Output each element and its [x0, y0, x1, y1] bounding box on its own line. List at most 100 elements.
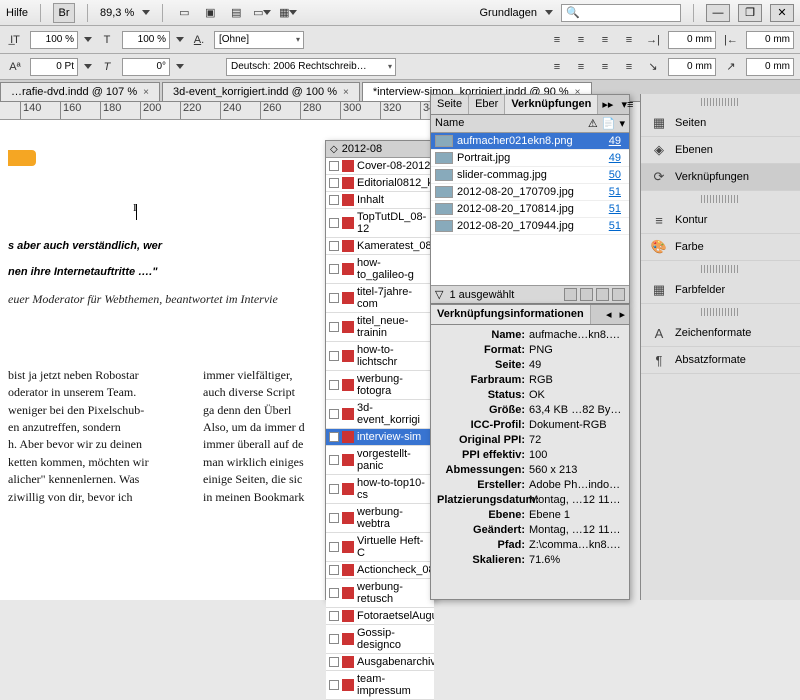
justify-last-left-icon[interactable]: ≡: [572, 58, 590, 76]
book-row[interactable]: team-impressum: [326, 671, 434, 700]
horizontal-scale[interactable]: 100 %: [30, 31, 78, 49]
links-col-name[interactable]: Name: [435, 117, 588, 130]
close-icon[interactable]: ×: [143, 87, 149, 98]
book-row[interactable]: FotoraetselAugu: [326, 608, 434, 625]
book-row[interactable]: Gossip-designco: [326, 625, 434, 654]
next-icon[interactable]: ▸: [615, 305, 629, 324]
char-color-icon[interactable]: T: [98, 31, 116, 49]
link-row[interactable]: aufmacher021ekn8.png49: [431, 133, 629, 150]
book-row[interactable]: 3d-event_korrigi: [326, 400, 434, 429]
dock-grip[interactable]: [701, 98, 740, 106]
char-style-select[interactable]: [Ohne]: [214, 31, 304, 49]
skew-icon[interactable]: T: [98, 58, 116, 76]
baseline-shift[interactable]: 0 Pt: [30, 58, 78, 76]
align-left-icon[interactable]: ≡: [548, 31, 566, 49]
align-center-icon[interactable]: ≡: [572, 31, 590, 49]
justify-icon[interactable]: ≡: [620, 31, 638, 49]
justify-last-right-icon[interactable]: ≡: [620, 58, 638, 76]
link-row[interactable]: 2012-08-20_170814.jpg51: [431, 201, 629, 218]
type-tool-icon[interactable]: I̲T: [6, 31, 24, 49]
baseline-icon[interactable]: Aª: [6, 58, 24, 76]
book-row[interactable]: Editorial0812_ko: [326, 175, 434, 192]
relink-icon[interactable]: [564, 288, 577, 301]
arrange-icon[interactable]: ▦: [279, 4, 297, 22]
search-input[interactable]: 🔍: [561, 4, 681, 22]
book-row[interactable]: how-to-top10-cs: [326, 475, 434, 504]
doc-tab[interactable]: 3d-event_korrigiert.indd @ 100 %×: [162, 82, 360, 101]
dock-item-ebenen[interactable]: ◈Ebenen: [641, 137, 800, 164]
char-style-icon[interactable]: A.: [190, 31, 208, 49]
close-button[interactable]: ✕: [770, 4, 794, 22]
bridge-button[interactable]: Br: [53, 3, 75, 23]
prev-icon[interactable]: ◂: [602, 305, 616, 324]
dock-item-kontur[interactable]: ≡Kontur: [641, 207, 800, 234]
chevron-down-icon[interactable]: [545, 10, 553, 15]
selection-filter-icon[interactable]: ▽: [435, 288, 443, 301]
book-row[interactable]: werbung-retusch: [326, 579, 434, 608]
link-row[interactable]: Portrait.jpg49: [431, 150, 629, 167]
restore-button[interactable]: ❐: [738, 4, 762, 22]
book-row[interactable]: Ausgabenarchiv: [326, 654, 434, 671]
book-row[interactable]: Actioncheck_08: [326, 562, 434, 579]
minimize-button[interactable]: —: [706, 4, 730, 22]
first-indent-icon[interactable]: ↘: [644, 58, 662, 76]
doc-tab[interactable]: …rafie-dvd.indd @ 107 %×: [0, 82, 160, 101]
view-icon-2[interactable]: ▣: [201, 4, 219, 22]
dock-item-verknüpfungen[interactable]: ⟳Verknüpfungen: [641, 164, 800, 191]
update-link-icon[interactable]: [596, 288, 609, 301]
book-row[interactable]: TopTutDL_08-12: [326, 209, 434, 238]
book-row[interactable]: Inhalt: [326, 192, 434, 209]
skew-value[interactable]: 0°: [122, 58, 170, 76]
book-row[interactable]: Virtuelle Heft-C: [326, 533, 434, 562]
info-row: Platzierungsdatum:Montag, …12 11:56: [437, 494, 623, 506]
edit-original-icon[interactable]: [612, 288, 625, 301]
book-row[interactable]: interview-sim: [326, 429, 434, 446]
goto-link-icon[interactable]: [580, 288, 593, 301]
justify-last-center-icon[interactable]: ≡: [596, 58, 614, 76]
view-icon-1[interactable]: ▭: [175, 4, 193, 22]
link-info-tab[interactable]: Verknüpfungsinformationen: [431, 305, 591, 324]
panel-tab-links[interactable]: Verknüpfungen: [505, 95, 598, 114]
dock-item-farbe[interactable]: 🎨Farbe: [641, 234, 800, 261]
book-row[interactable]: titel-7jahre-com: [326, 284, 434, 313]
panel-tab-layers[interactable]: Eber: [469, 95, 505, 114]
last-indent-value[interactable]: 0 mm: [746, 58, 794, 76]
link-row[interactable]: slider-commag.jpg50: [431, 167, 629, 184]
indent-right-icon[interactable]: |←: [722, 31, 740, 49]
vertical-scale[interactable]: 100 %: [122, 31, 170, 49]
panel-tab-pages[interactable]: Seite: [431, 95, 469, 114]
book-row[interactable]: vorgestellt-panic: [326, 446, 434, 475]
chevron-down-icon[interactable]: [142, 10, 150, 15]
indent-left-icon[interactable]: →|: [644, 31, 662, 49]
chevron-down-icon[interactable]: ▾: [619, 117, 625, 130]
dock-item-farbfelder[interactable]: ▦Farbfelder: [641, 277, 800, 304]
panel-menu-icon[interactable]: ▾≡: [617, 95, 637, 114]
justify-all-icon[interactable]: ≡: [548, 58, 566, 76]
dock-item-seiten[interactable]: ▦Seiten: [641, 110, 800, 137]
close-icon[interactable]: ×: [343, 87, 349, 98]
zoom-value[interactable]: 89,3 %: [100, 7, 134, 19]
book-row[interactable]: Cover-08-2012: [326, 158, 434, 175]
view-icon-3[interactable]: ▤: [227, 4, 245, 22]
first-indent-value[interactable]: 0 mm: [668, 58, 716, 76]
link-row[interactable]: 2012-08-20_170944.jpg51: [431, 218, 629, 235]
panel-collapse-icon[interactable]: ▸▸: [598, 95, 617, 114]
align-right-icon[interactable]: ≡: [596, 31, 614, 49]
screen-mode-icon[interactable]: ▭: [253, 4, 271, 22]
indent-right-value[interactable]: 0 mm: [746, 31, 794, 49]
dock-item-zeichenformate[interactable]: AZeichenformate: [641, 320, 800, 347]
language-select[interactable]: Deutsch: 2006 Rechtschreib…: [226, 58, 396, 76]
book-row[interactable]: how-to_galileo-g: [326, 255, 434, 284]
book-row[interactable]: Kameratest_081: [326, 238, 434, 255]
dock-item-absatzformate[interactable]: ¶Absatzformate: [641, 347, 800, 374]
book-row[interactable]: werbung-fotogra: [326, 371, 434, 400]
workspace-switcher[interactable]: Grundlagen: [480, 7, 538, 19]
last-indent-icon[interactable]: ↗: [722, 58, 740, 76]
book-row[interactable]: how-to-lichtschr: [326, 342, 434, 371]
indent-left-value[interactable]: 0 mm: [668, 31, 716, 49]
link-row[interactable]: 2012-08-20_170709.jpg51: [431, 184, 629, 201]
book-panel-header[interactable]: ◇ 2012-08: [326, 141, 434, 158]
book-row[interactable]: titel_neue-trainin: [326, 313, 434, 342]
book-row[interactable]: werbung-webtra: [326, 504, 434, 533]
help-menu[interactable]: Hilfe: [6, 7, 28, 19]
